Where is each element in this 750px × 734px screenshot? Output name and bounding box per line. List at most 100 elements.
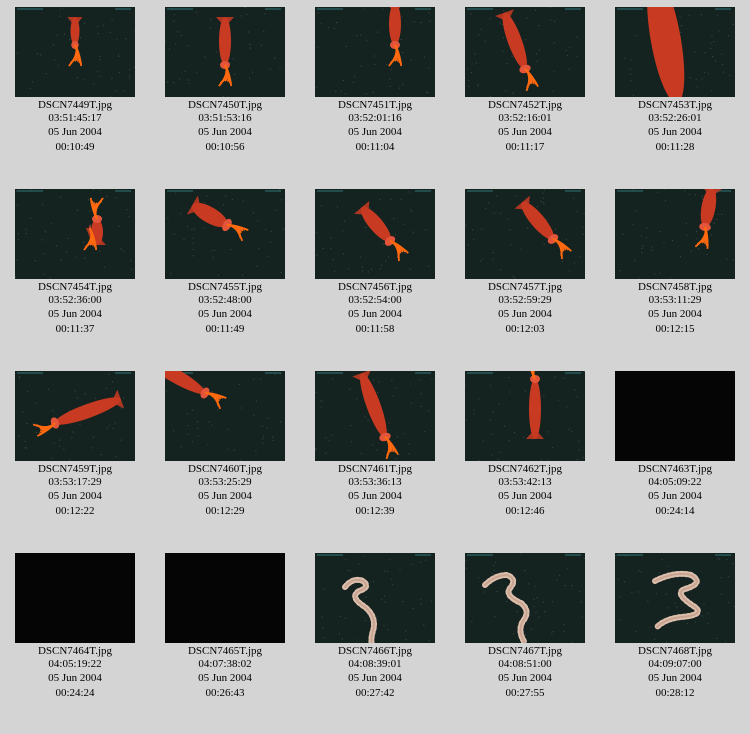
thumbnail-timecode: 03:53:42:13	[498, 475, 552, 488]
thumbnail-photo	[165, 371, 285, 461]
thumbnail-image[interactable]	[615, 553, 735, 643]
thumbnail-filename[interactable]: DSCN7463T.jpg	[600, 463, 750, 476]
thumbnail-timecode: 04:09:07:00	[648, 657, 702, 670]
thumbnail-image[interactable]	[315, 7, 435, 97]
thumbnail-date: 05 Jun 2004	[348, 490, 402, 502]
thumbnail-elapsed: 00:11:49	[205, 322, 245, 335]
thumbnail-filename[interactable]: DSCN7467T.jpg	[450, 645, 600, 658]
thumbnail-timecode: 04:05:09:22	[648, 475, 702, 488]
thumbnail-photo	[315, 189, 435, 279]
thumbnail-item[interactable]: DSCN7465T.jpg 04:07:38:02 05 Jun 2004 00:26…	[150, 553, 300, 699]
thumbnail-date: 05 Jun 2004	[498, 126, 552, 138]
thumbnail-date: 05 Jun 2004	[48, 126, 102, 138]
thumbnail-filename[interactable]: DSCN7450T.jpg	[150, 99, 300, 112]
thumbnail-filename[interactable]: DSCN7449T.jpg	[0, 99, 150, 112]
thumbnail-timecode: 03:53:25:29	[198, 475, 252, 488]
thumbnail-image[interactable]	[165, 553, 285, 643]
thumbnail-elapsed: 00:27:55	[505, 686, 545, 699]
thumbnail-elapsed: 00:12:39	[355, 504, 395, 517]
thumbnail-date: 05 Jun 2004	[198, 672, 252, 684]
thumbnail-image[interactable]	[165, 7, 285, 97]
thumbnail-image[interactable]	[465, 7, 585, 97]
thumbnail-item[interactable]: DSCN7463T.jpg 04:05:09:22 05 Jun 2004 00:24…	[600, 371, 750, 517]
thumbnail-date: 05 Jun 2004	[48, 672, 102, 684]
thumbnail-image[interactable]	[615, 371, 735, 461]
thumbnail-elapsed: 00:26:43	[205, 686, 245, 699]
thumbnail-filename[interactable]: DSCN7461T.jpg	[300, 463, 450, 476]
thumbnail-filename[interactable]: DSCN7459T.jpg	[0, 463, 150, 476]
thumbnail-filename[interactable]: DSCN7466T.jpg	[300, 645, 450, 658]
thumbnail-item[interactable]: DSCN7453T.jpg 03:52:26:01 05 Jun 2004 00:11…	[600, 7, 750, 153]
thumbnail-item[interactable]: DSCN7452T.jpg 03:52:16:01 05 Jun 2004 00:11…	[450, 7, 600, 153]
thumbnail-filename[interactable]: DSCN7465T.jpg	[150, 645, 300, 658]
thumbnail-item[interactable]: DSCN7467T.jpg 04:08:51:00 05 Jun 2004 00:27…	[450, 553, 600, 699]
thumbnail-photo	[615, 189, 735, 279]
thumbnail-elapsed: 00:27:42	[355, 686, 395, 699]
thumbnail-item[interactable]: DSCN7457T.jpg 03:52:59:29 05 Jun 2004 00:12…	[450, 189, 600, 335]
thumbnail-timecode: 03:53:17:29	[48, 475, 102, 488]
thumbnail-filename[interactable]: DSCN7452T.jpg	[450, 99, 600, 112]
thumbnail-date: 05 Jun 2004	[198, 490, 252, 502]
thumbnail-item[interactable]: DSCN7461T.jpg 03:53:36:13 05 Jun 2004 00:12…	[300, 371, 450, 517]
thumbnail-item[interactable]: DSCN7455T.jpg 03:52:48:00 05 Jun 2004 00:11…	[150, 189, 300, 335]
thumbnail-date: 05 Jun 2004	[498, 308, 552, 320]
thumbnail-timecode: 03:52:54:00	[348, 293, 402, 306]
thumbnail-filename[interactable]: DSCN7451T.jpg	[300, 99, 450, 112]
thumbnail-elapsed: 00:24:24	[55, 686, 95, 699]
thumbnail-elapsed: 00:28:12	[655, 686, 695, 699]
thumbnail-elapsed: 00:12:15	[655, 322, 695, 335]
thumbnail-timecode: 03:52:48:00	[198, 293, 252, 306]
thumbnail-image[interactable]	[165, 189, 285, 279]
thumbnail-image[interactable]	[615, 189, 735, 279]
thumbnail-photo	[315, 7, 435, 97]
thumbnail-image[interactable]	[465, 371, 585, 461]
thumbnail-filename[interactable]: DSCN7468T.jpg	[600, 645, 750, 658]
thumbnail-timecode: 03:52:26:01	[648, 111, 702, 124]
thumbnail-image[interactable]	[315, 553, 435, 643]
thumbnail-filename[interactable]: DSCN7455T.jpg	[150, 281, 300, 294]
thumbnail-item[interactable]: DSCN7460T.jpg 03:53:25:29 05 Jun 2004 00:12…	[150, 371, 300, 517]
thumbnail-item[interactable]: DSCN7468T.jpg 04:09:07:00 05 Jun 2004 00:28…	[600, 553, 750, 699]
thumbnail-item[interactable]: DSCN7464T.jpg 04:05:19:22 05 Jun 2004 00:24…	[0, 553, 150, 699]
thumbnail-item[interactable]: DSCN7450T.jpg 03:51:53:16 05 Jun 2004 00:10…	[150, 7, 300, 153]
thumbnail-item[interactable]: DSCN7459T.jpg 03:53:17:29 05 Jun 2004 00:12…	[0, 371, 150, 517]
thumbnail-item[interactable]: DSCN7451T.jpg 03:52:01:16 05 Jun 2004 00:11…	[300, 7, 450, 153]
thumbnail-date: 05 Jun 2004	[198, 308, 252, 320]
thumbnail-photo	[165, 189, 285, 279]
thumbnail-photo	[465, 371, 585, 461]
thumbnail-filename[interactable]: DSCN7456T.jpg	[300, 281, 450, 294]
thumbnail-image[interactable]	[315, 189, 435, 279]
thumbnail-filename[interactable]: DSCN7462T.jpg	[450, 463, 600, 476]
thumbnail-date: 05 Jun 2004	[48, 490, 102, 502]
thumbnail-image[interactable]	[465, 553, 585, 643]
thumbnail-image[interactable]	[465, 189, 585, 279]
thumbnail-filename[interactable]: DSCN7458T.jpg	[600, 281, 750, 294]
thumbnail-image[interactable]	[15, 553, 135, 643]
thumbnail-photo	[465, 7, 585, 97]
thumbnail-filename[interactable]: DSCN7457T.jpg	[450, 281, 600, 294]
thumbnail-item[interactable]: DSCN7462T.jpg 03:53:42:13 05 Jun 2004 00:12…	[450, 371, 600, 517]
thumbnail-image[interactable]	[165, 371, 285, 461]
thumbnail-filename[interactable]: DSCN7464T.jpg	[0, 645, 150, 658]
thumbnail-image[interactable]	[615, 7, 735, 97]
thumbnail-elapsed: 00:11:28	[655, 140, 695, 153]
thumbnail-filename[interactable]: DSCN7460T.jpg	[150, 463, 300, 476]
thumbnail-elapsed: 00:10:49	[55, 140, 95, 153]
thumbnail-photo	[615, 7, 735, 97]
thumbnail-image[interactable]	[315, 371, 435, 461]
thumbnail-filename[interactable]: DSCN7454T.jpg	[0, 281, 150, 294]
thumbnail-elapsed: 00:11:58	[355, 322, 395, 335]
thumbnail-item[interactable]: DSCN7449T.jpg 03:51:45:17 05 Jun 2004 00:10…	[0, 7, 150, 153]
thumbnail-image[interactable]	[15, 371, 135, 461]
thumbnail-item[interactable]: DSCN7458T.jpg 03:53:11:29 05 Jun 2004 00:12…	[600, 189, 750, 335]
thumbnail-filename[interactable]: DSCN7453T.jpg	[600, 99, 750, 112]
thumbnail-item[interactable]: DSCN7454T.jpg 03:52:36:00 05 Jun 2004 00:11…	[0, 189, 150, 335]
thumbnail-image[interactable]	[15, 189, 135, 279]
thumbnail-date: 05 Jun 2004	[648, 308, 702, 320]
thumbnail-photo	[615, 553, 735, 643]
thumbnail-item[interactable]: DSCN7466T.jpg 04:08:39:01 05 Jun 2004 00:27…	[300, 553, 450, 699]
thumbnail-image[interactable]	[15, 7, 135, 97]
thumbnail-timecode: 04:05:19:22	[48, 657, 102, 670]
thumbnail-item[interactable]: DSCN7456T.jpg 03:52:54:00 05 Jun 2004 00:11…	[300, 189, 450, 335]
thumbnail-date: 05 Jun 2004	[648, 490, 702, 502]
